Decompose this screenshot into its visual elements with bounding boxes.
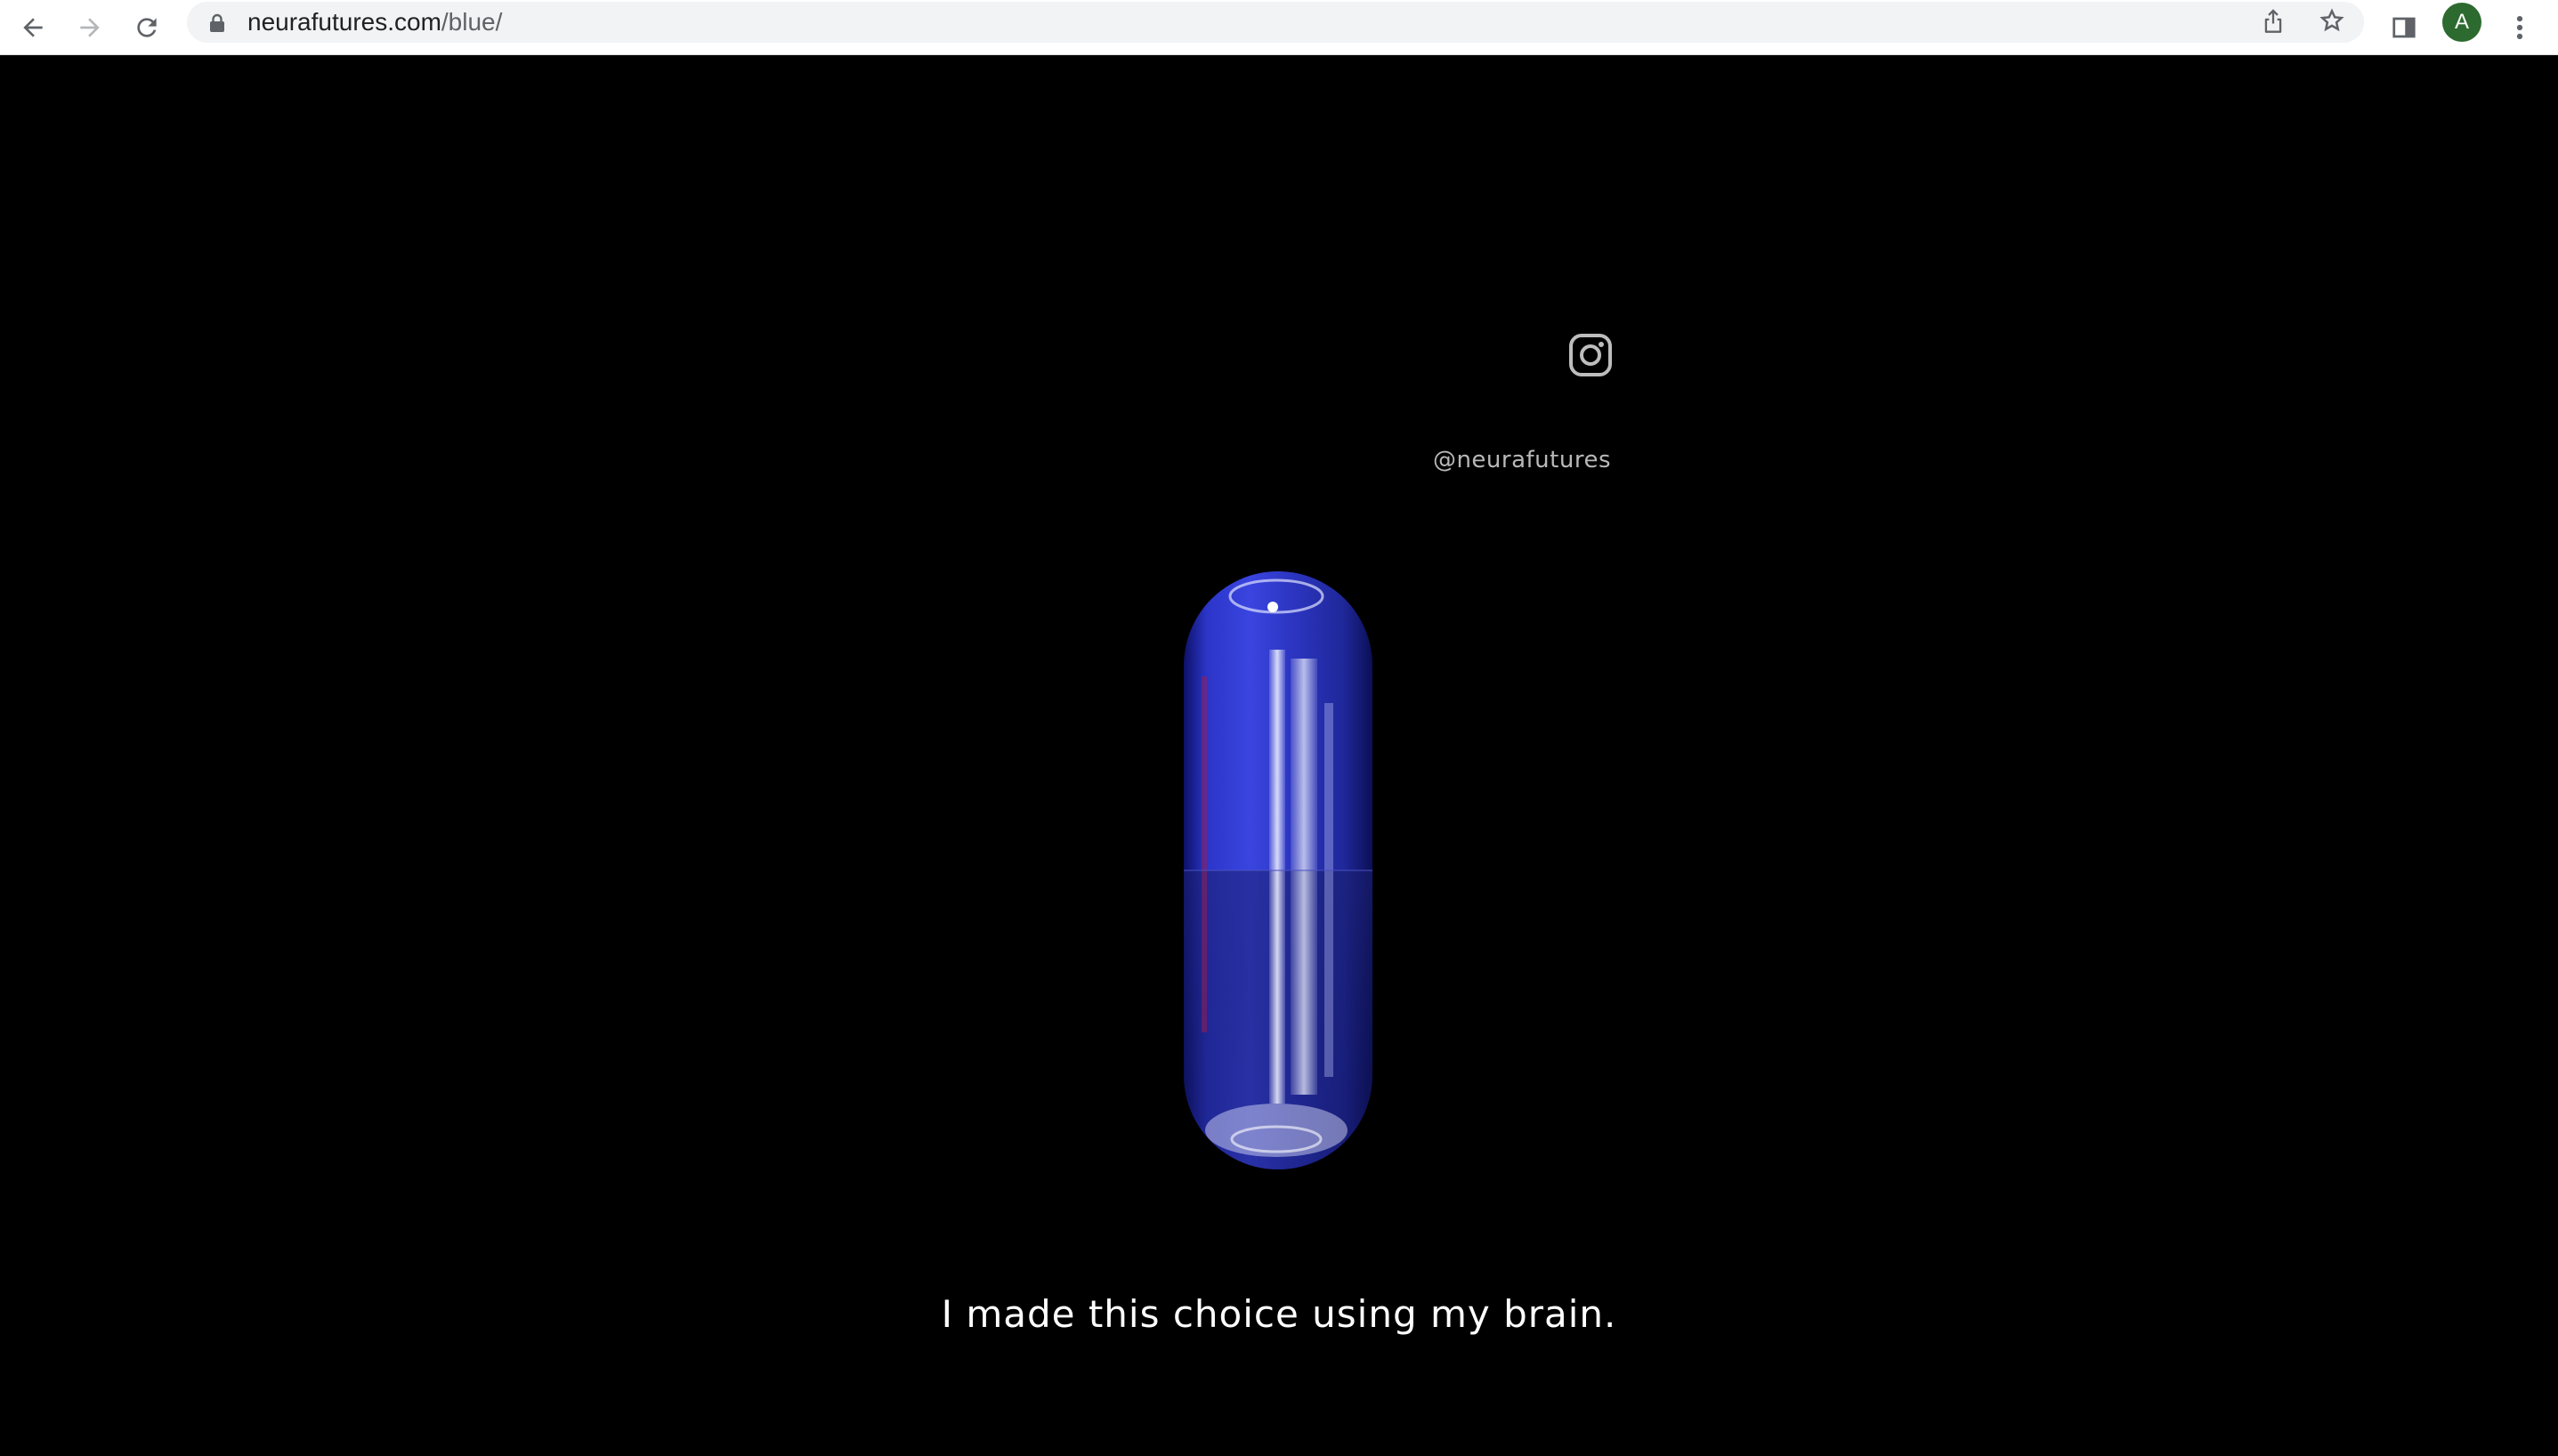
reload-button[interactable] [125, 5, 169, 50]
address-bar[interactable]: neurafutures.com/blue/ [187, 2, 2364, 43]
tagline-text: I made this choice using my brain. [941, 1292, 1617, 1336]
bookmark-button[interactable] [2310, 2, 2354, 43]
url-path: /blue/ [441, 8, 503, 36]
side-panel-button[interactable] [2382, 5, 2426, 50]
lock-icon[interactable] [208, 13, 226, 37]
url-host: neurafutures.com [247, 8, 441, 36]
share-icon [2261, 7, 2286, 38]
reload-icon [133, 13, 161, 42]
browser-menu-button[interactable] [2497, 5, 2542, 50]
forward-button[interactable] [68, 5, 112, 50]
side-panel-icon [2391, 14, 2417, 41]
page-content: @neurafutures I made this choice using m… [0, 55, 2558, 1456]
arrow-right-icon [76, 13, 104, 42]
kebab-menu-icon [2514, 12, 2525, 43]
blue-pill-image [1182, 570, 1374, 1171]
arrow-left-icon [19, 13, 47, 42]
instagram-handle-link[interactable]: @neurafutures [1433, 447, 1611, 473]
profile-avatar[interactable]: A [2442, 3, 2481, 42]
url-text[interactable]: neurafutures.com/blue/ [247, 2, 502, 43]
back-button[interactable] [11, 5, 55, 50]
star-icon [2319, 7, 2345, 38]
instagram-icon[interactable] [1568, 333, 1613, 377]
browser-toolbar: neurafutures.com/blue/ A [0, 0, 2558, 55]
share-button[interactable] [2251, 2, 2295, 43]
